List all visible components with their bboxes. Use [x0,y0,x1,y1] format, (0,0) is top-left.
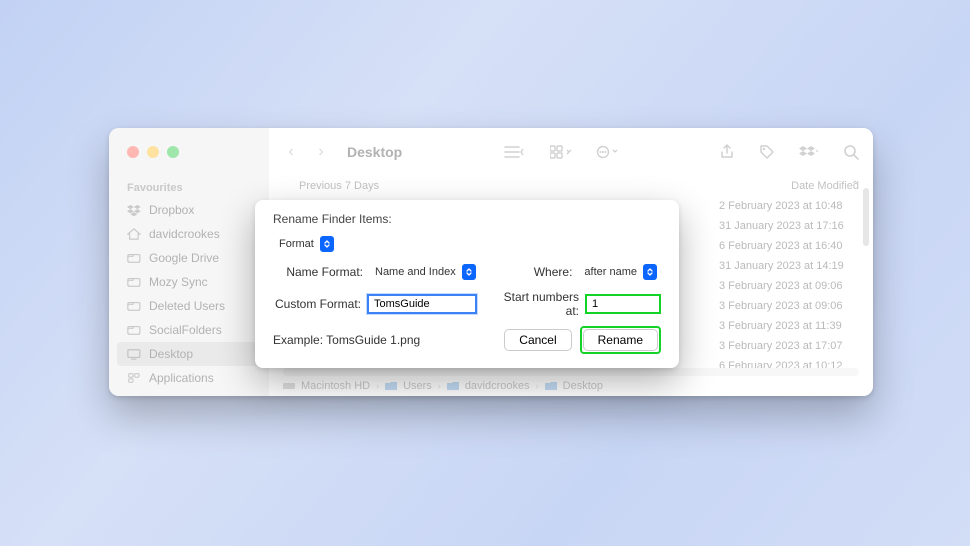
sidebar-item-apps[interactable]: Applications [109,366,269,390]
sidebar-item-label: Mozy Sync [149,275,208,289]
disk-icon [283,381,295,391]
folder-icon [127,252,141,264]
select-arrows-icon [643,264,657,280]
start-numbers-label: Start numbers at: [489,290,579,318]
sidebar-item-mozy[interactable]: Mozy Sync [109,270,269,294]
sidebar-item-label: SocialFolders [149,323,222,337]
mode-select-label: Format [279,238,314,250]
rename-dialog: Rename Finder Items: Format Name Format:… [255,200,679,368]
folder-icon [127,324,141,336]
breadcrumb: Macintosh HD› Users› davidcrookes› Deskt… [283,380,603,392]
name-format-label: Name Format: [273,265,363,279]
file-date: 31 January 2023 at 17:16 [719,220,873,232]
folder-icon [385,381,397,391]
start-numbers-input[interactable] [585,294,661,314]
vertical-scrollbar[interactable] [863,188,869,246]
file-date: 31 January 2023 at 14:19 [719,260,873,272]
horizontal-scrollbar[interactable] [283,368,859,376]
home-icon [127,228,141,240]
crumb[interactable]: Users [403,380,432,392]
maximize-button[interactable] [167,146,179,158]
date-column-header[interactable]: Date Modified [791,180,859,192]
where-select[interactable]: after name [578,262,661,282]
sidebar-item-label: Google Drive [149,251,219,265]
file-date: 6 February 2023 at 16:40 [719,240,873,252]
sidebar-item-docs[interactable]: Documents [109,390,269,396]
desktop-icon [127,348,141,360]
list-section-header: Previous 7 Days ⌃ Date Modified [269,176,873,196]
folder-icon [545,381,557,391]
titlebar [109,128,873,176]
sidebar-item-label: Dropbox [149,203,194,217]
minimize-button[interactable] [147,146,159,158]
apps-icon [127,372,141,384]
rename-button[interactable]: Rename [583,329,658,351]
sidebar-item-dropbox[interactable]: Dropbox [109,198,269,222]
custom-format-input[interactable] [367,294,477,314]
dialog-title: Rename Finder Items: [273,212,661,226]
file-date: 3 February 2023 at 11:39 [719,320,873,332]
sidebar-item-deleted[interactable]: Deleted Users [109,294,269,318]
file-date: 3 February 2023 at 17:07 [719,340,873,352]
sidebar-section-title: Favourites [109,176,269,198]
cancel-button[interactable]: Cancel [504,329,571,351]
close-button[interactable] [127,146,139,158]
crumb[interactable]: davidcrookes [465,380,530,392]
where-label: Where: [534,265,573,279]
traffic-lights [109,146,179,158]
file-date: 3 February 2023 at 09:06 [719,280,873,292]
crumb[interactable]: Desktop [563,380,603,392]
name-format-select[interactable]: Name and Index [369,262,480,282]
select-arrows-icon [462,264,476,280]
sidebar-item-label: Documents [149,395,210,396]
folder-icon [127,276,141,288]
sidebar-item-label: Applications [149,371,214,385]
sidebar-item-label: davidcrookes [149,227,220,241]
custom-format-label: Custom Format: [273,297,361,311]
folder-icon [447,381,459,391]
file-date: 2 February 2023 at 10:48 [719,200,873,212]
folder-icon [127,300,141,312]
dropbox-icon [127,204,141,216]
sidebar-item-label: Desktop [149,347,193,361]
sidebar-item-social[interactable]: SocialFolders [109,318,269,342]
sidebar-item-home[interactable]: davidcrookes [109,222,269,246]
example-text: Example: TomsGuide 1.png [273,333,420,347]
section-title: Previous 7 Days [299,180,379,192]
where-value: after name [584,266,637,278]
crumb[interactable]: Macintosh HD [301,380,370,392]
file-date: 3 February 2023 at 09:06 [719,300,873,312]
select-arrows-icon [320,236,334,252]
mode-select[interactable]: Format [273,234,338,254]
sidebar-item-desktop[interactable]: Desktop [117,342,261,366]
name-format-value: Name and Index [375,266,456,278]
sidebar-item-gdrive[interactable]: Google Drive [109,246,269,270]
sidebar-item-label: Deleted Users [149,299,225,313]
